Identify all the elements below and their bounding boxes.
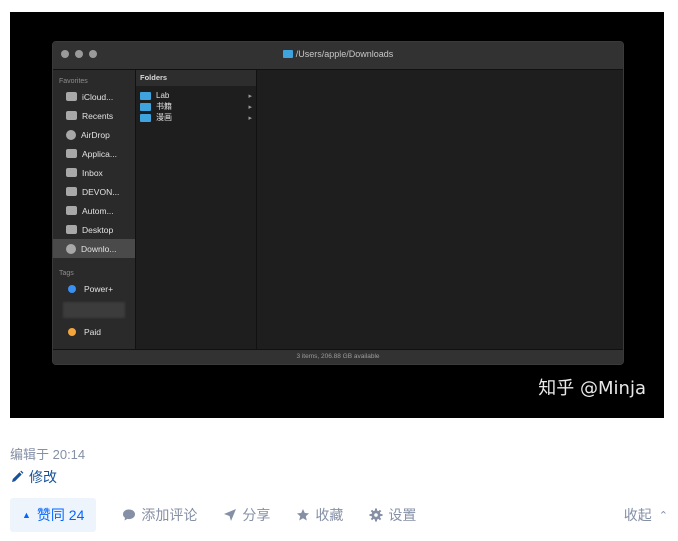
sidebar-item-applications: Applica... <box>53 144 135 163</box>
sidebar-item-autom: Autom... <box>53 201 135 220</box>
sidebar-item-airdrop: AirDrop <box>53 125 135 144</box>
chevron-up-icon: ⌃ <box>658 509 668 522</box>
gear-icon <box>369 508 383 522</box>
sidebar-item-icloud: iCloud... <box>53 87 135 106</box>
applications-icon <box>66 149 77 158</box>
screenshot-image: /Users/apple/Downloads Favorites iCloud.… <box>10 12 664 418</box>
upvote-button[interactable]: ▲ 赞同 24 <box>10 498 97 532</box>
folder-column: Folders Lab ▸ 书籍 ▸ 漫画 ▸ <box>136 70 257 350</box>
folder-icon <box>140 102 151 111</box>
chevron-right-icon: ▸ <box>248 114 252 122</box>
folder-icon <box>66 168 77 177</box>
action-bar: ▲ 赞同 24 添加评论 分享 收藏 设置 收起 ⌃ <box>10 497 668 533</box>
airdrop-icon <box>66 129 76 140</box>
comment-icon <box>123 509 136 521</box>
tags-header: Tags <box>59 270 74 277</box>
edit-link[interactable]: 修改 <box>10 467 57 487</box>
edit-link-label: 修改 <box>29 469 57 485</box>
watermark: 知乎 @Minja <box>538 378 646 399</box>
chevron-right-icon: ▸ <box>248 103 252 111</box>
clock-icon <box>66 111 77 120</box>
folder-icon <box>282 50 293 58</box>
favorite-button[interactable]: 收藏 <box>296 505 343 525</box>
tag-item-power: Power+ <box>53 279 135 298</box>
sidebar-item-desktop: Desktop <box>53 220 135 239</box>
finder-status-bar: 3 items, 206.88 GB available <box>53 349 623 364</box>
comment-label: 添加评论 <box>141 507 198 523</box>
sidebar-item-devon: DEVON... <box>53 182 135 201</box>
folder-icon <box>66 187 77 196</box>
window-path: /Users/apple/Downloads <box>295 49 394 59</box>
settings-label: 设置 <box>388 507 417 523</box>
cloud-icon <box>66 92 77 101</box>
share-label: 分享 <box>242 507 271 523</box>
titlebar: /Users/apple/Downloads <box>53 42 623 70</box>
window-title: /Users/apple/Downloads <box>53 49 623 59</box>
pencil-icon <box>12 470 24 482</box>
comment-button[interactable]: 添加评论 <box>122 505 197 525</box>
folder-row-lab: Lab ▸ <box>136 90 256 101</box>
sidebar-item-inbox: Inbox <box>53 163 135 182</box>
sidebar-item-downloads: Downlo... <box>53 239 135 258</box>
folder-row-books: 书籍 ▸ <box>136 101 256 112</box>
download-icon <box>66 243 76 254</box>
chevron-right-icon: ▸ <box>248 92 252 100</box>
upvote-label: 赞同 24 <box>36 507 85 523</box>
star-icon <box>297 509 310 521</box>
blurred-tag <box>63 302 125 318</box>
orange-tag-dot-icon <box>68 327 76 336</box>
folder-icon <box>66 206 77 215</box>
folder-icon <box>140 113 151 122</box>
folder-icon <box>140 91 151 100</box>
collapse-label: 收起 <box>623 507 652 523</box>
blue-tag-dot-icon <box>68 284 76 293</box>
edit-timestamp: 编辑于 20:14 <box>10 447 86 462</box>
collapse-button[interactable]: 收起 ⌃ <box>624 505 668 525</box>
folder-row-comics: 漫画 ▸ <box>136 112 256 123</box>
column-header: Folders <box>136 70 256 86</box>
finder-sidebar: Favorites iCloud... Recents AirDrop Appl… <box>53 70 136 350</box>
favorite-label: 收藏 <box>315 507 344 523</box>
share-icon <box>224 509 237 521</box>
tag-item-paid: Paid <box>53 322 135 341</box>
finder-window: /Users/apple/Downloads Favorites iCloud.… <box>52 41 624 365</box>
sidebar-item-recents: Recents <box>53 106 135 125</box>
desktop-icon <box>66 225 77 234</box>
settings-button[interactable]: 设置 <box>369 505 416 525</box>
favorites-header: Favorites <box>59 78 88 85</box>
triangle-up-icon: ▲ <box>22 510 31 520</box>
share-button[interactable]: 分享 <box>223 505 270 525</box>
